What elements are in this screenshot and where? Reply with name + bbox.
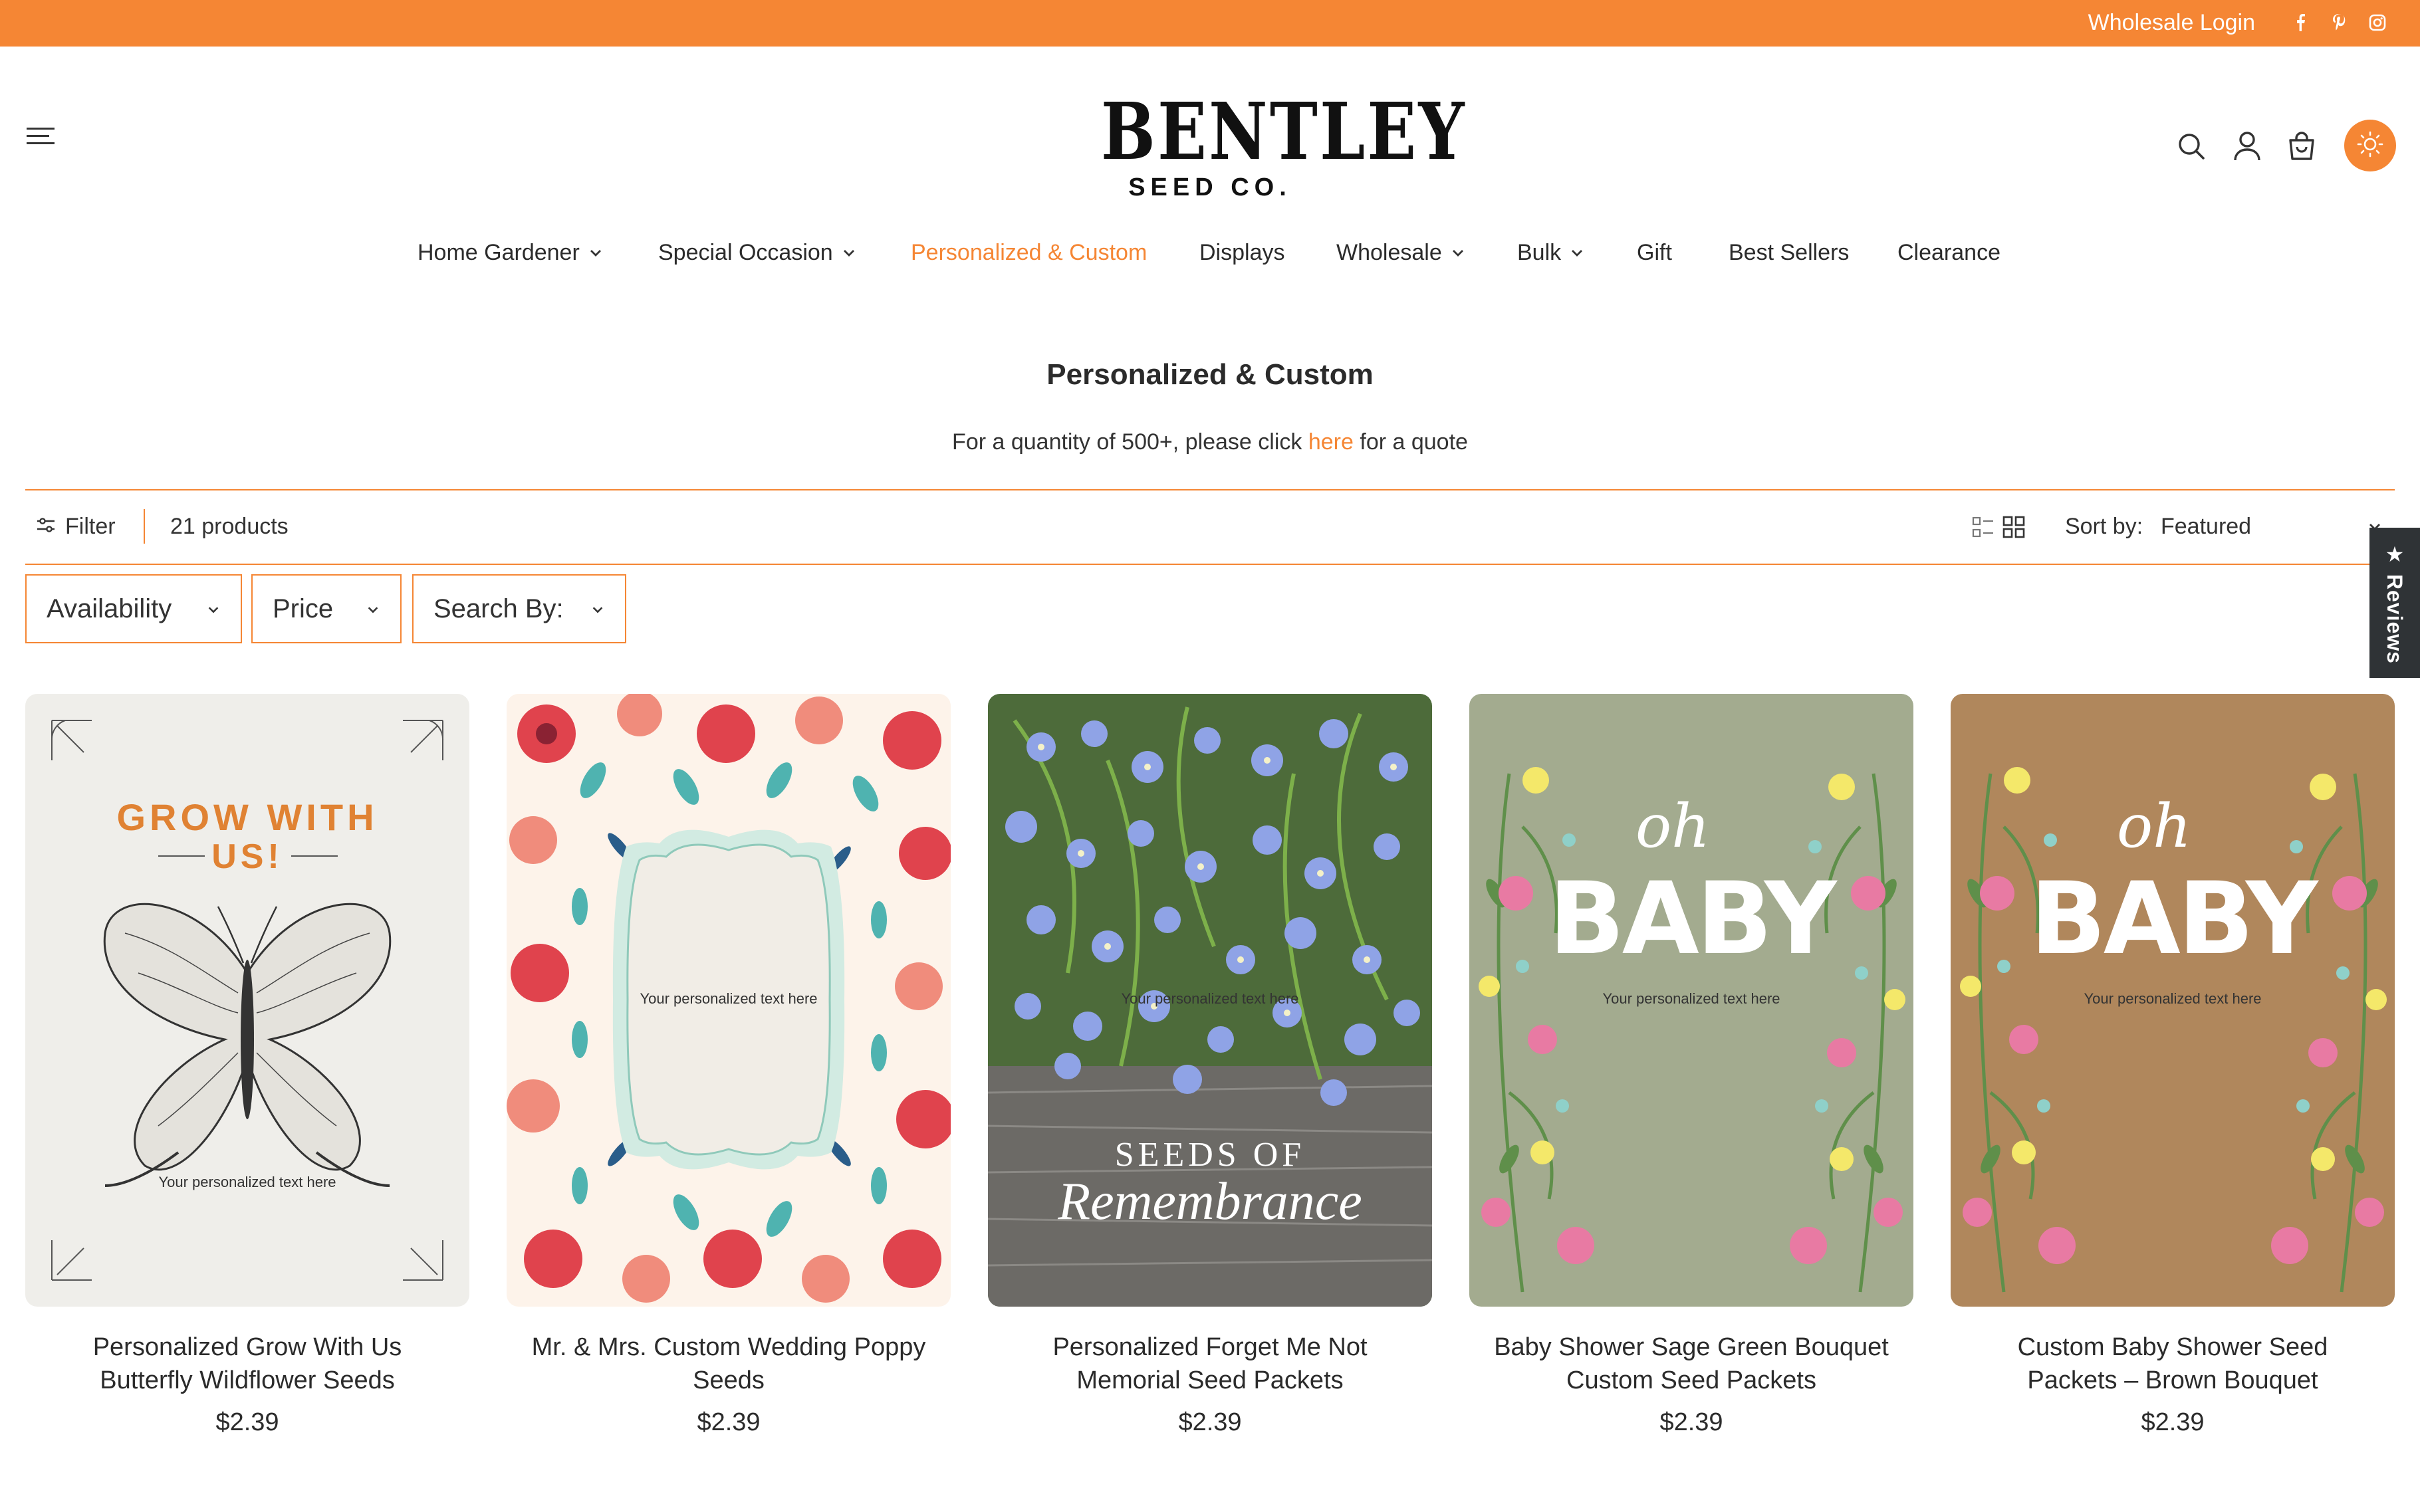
chevron-down-icon: [592, 607, 603, 613]
product-price: $2.39: [215, 1408, 279, 1436]
account-icon[interactable]: [2230, 129, 2264, 163]
nav-item-home-gardener[interactable]: Home Gardener: [418, 238, 604, 267]
grid-view-icon[interactable]: [2001, 514, 2026, 540]
facebook-icon[interactable]: [2288, 11, 2312, 35]
instagram-icon[interactable]: [2365, 11, 2389, 35]
art-heading: GROW WITH: [116, 796, 378, 838]
page-title: Personalized & Custom: [1046, 358, 1374, 391]
product-image[interactable]: oh BABY Your personalized text here: [1469, 694, 1913, 1307]
logo-tagline: SEED CO.: [1128, 173, 1292, 201]
art-placeholder-text: Your personalized text here: [158, 1174, 336, 1190]
product-image[interactable]: oh BABY Your personalized text here: [1951, 694, 2395, 1307]
filter-button[interactable]: Filter: [36, 512, 116, 541]
announcement-bar: Wholesale Login: [0, 0, 2420, 47]
product-card: GROW WITH US! Your personalized text her…: [25, 694, 469, 1438]
cart-icon[interactable]: [2284, 129, 2319, 163]
product-card: oh BABY Your personalized text here Baby…: [1469, 694, 1913, 1438]
chevron-down-icon: [843, 250, 854, 257]
nav-item-best-sellers[interactable]: Best Sellers: [1729, 238, 1849, 267]
nav-item-personalized-custom[interactable]: Personalized & Custom: [911, 238, 1147, 267]
product-title[interactable]: Personalized Forget Me Not Memorial Seed …: [988, 1331, 1432, 1397]
art-subheading: BABY: [2030, 861, 2320, 977]
product-image[interactable]: Your personalized text here: [507, 694, 951, 1307]
chevron-down-icon: [208, 607, 219, 613]
art-subheading: US!: [211, 837, 283, 876]
collection-description: For a quantity of 500+, please click her…: [952, 429, 1468, 455]
availability-filter-dropdown[interactable]: Availability: [25, 574, 242, 643]
art-placeholder-text: Your personalized text here: [1121, 990, 1298, 1007]
art-heading: SEEDS OF: [1115, 1136, 1305, 1174]
search-icon[interactable]: [2174, 129, 2209, 163]
chevron-down-icon: [1452, 250, 1463, 257]
product-price: $2.39: [1659, 1408, 1723, 1436]
reviews-tab[interactable]: ★ Reviews: [2369, 528, 2420, 678]
sort-label: Sort by:: [2065, 514, 2143, 539]
nav-item-special-occasion[interactable]: Special Occasion: [658, 238, 857, 267]
sliders-icon: [36, 514, 56, 540]
sun-icon: [2356, 130, 2384, 162]
art-subheading: Remembrance: [1057, 1172, 1362, 1231]
product-price: $2.39: [1178, 1408, 1242, 1436]
chevron-down-icon: [590, 250, 601, 257]
product-image[interactable]: Your personalized text here SEEDS OF Rem…: [988, 694, 1432, 1307]
toolbar-separator: [144, 509, 145, 544]
art-heading: oh: [1635, 792, 1710, 861]
chevron-down-icon: [368, 607, 378, 613]
price-filter-dropdown[interactable]: Price: [251, 574, 402, 643]
product-image[interactable]: GROW WITH US! Your personalized text her…: [25, 694, 469, 1307]
nav-item-displays[interactable]: Displays: [1199, 238, 1284, 267]
art-placeholder-text: Your personalized text here: [2084, 990, 2261, 1007]
product-count: 21 products: [170, 514, 289, 539]
art-placeholder-text: Your personalized text here: [640, 990, 817, 1007]
divider: [25, 489, 2395, 490]
nav-item-gift[interactable]: Gift: [1637, 238, 1672, 267]
divider: [25, 564, 2395, 565]
product-price: $2.39: [697, 1408, 761, 1436]
product-title[interactable]: Personalized Grow With Us Butterfly Wildf…: [25, 1331, 469, 1397]
nav-item-wholesale[interactable]: Wholesale: [1336, 238, 1466, 267]
main-navigation: Home Gardener Special Occasion Personali…: [0, 238, 2420, 271]
search-by-filter-dropdown[interactable]: Search By:: [412, 574, 626, 643]
sort-select[interactable]: Featured: [2161, 512, 2251, 541]
chevron-down-icon: [1572, 250, 1583, 257]
list-view-icon[interactable]: [1971, 514, 1996, 540]
product-card: Your personalized text here Mr. & Mrs. C…: [507, 694, 951, 1438]
pinterest-icon[interactable]: [2327, 11, 2351, 35]
product-title[interactable]: Baby Shower Sage Green Bouquet Custom See…: [1469, 1331, 1913, 1397]
art-subheading: BABY: [1548, 861, 1838, 977]
site-logo[interactable]: BENTLEY SEED CO.: [1077, 85, 1467, 201]
quote-link[interactable]: here: [1308, 429, 1354, 455]
art-placeholder-text: Your personalized text here: [1602, 990, 1780, 1007]
wholesale-login-link[interactable]: Wholesale Login: [2088, 9, 2255, 36]
theme-toggle-button[interactable]: [2344, 120, 2396, 171]
nav-item-clearance[interactable]: Clearance: [1897, 238, 2000, 267]
product-title[interactable]: Mr. & Mrs. Custom Wedding Poppy Seeds: [507, 1331, 951, 1397]
art-heading: oh: [2117, 792, 2191, 861]
nav-item-bulk[interactable]: Bulk: [1517, 238, 1585, 267]
product-card: Your personalized text here SEEDS OF Rem…: [988, 694, 1432, 1438]
product-card: oh BABY Your personalized text here Cust…: [1951, 694, 2395, 1438]
product-title[interactable]: Custom Baby Shower Seed Packets – Brown B…: [1951, 1331, 2395, 1397]
product-price: $2.39: [2141, 1408, 2205, 1436]
menu-icon[interactable]: [27, 126, 60, 153]
logo-wordmark: BENTLEY: [1101, 85, 1467, 177]
